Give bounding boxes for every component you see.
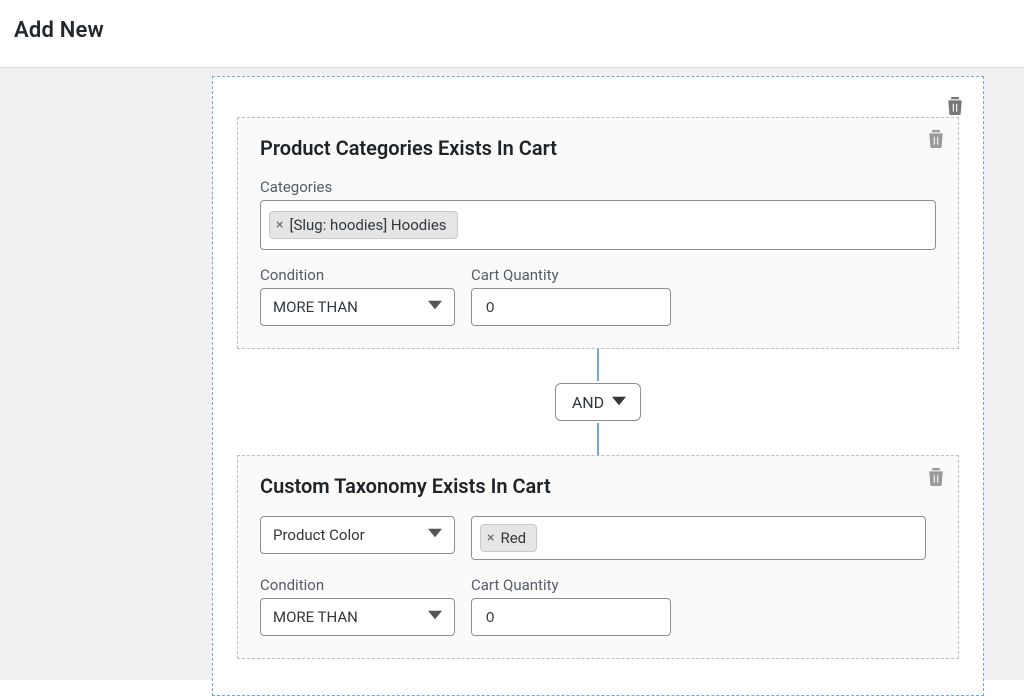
cart-quantity-input[interactable] bbox=[484, 289, 658, 325]
delete-group-button[interactable] bbox=[947, 97, 963, 119]
cart-quantity-label: Cart Quantity bbox=[471, 266, 671, 284]
trash-icon bbox=[947, 97, 963, 115]
logic-operator-select[interactable]: AND bbox=[555, 383, 641, 421]
condition-card-custom-taxonomy: Custom Taxonomy Exists In Cart Product C… bbox=[237, 455, 959, 659]
trash-icon bbox=[928, 130, 944, 148]
condition-group-container: Product Categories Exists In Cart Catego… bbox=[212, 76, 984, 696]
condition-select-value: MORE THAN bbox=[273, 608, 358, 626]
taxonomy-terms-multiselect[interactable]: × Red bbox=[471, 516, 926, 560]
condition-select-value: MORE THAN bbox=[273, 298, 358, 316]
condition-label: Condition bbox=[260, 266, 455, 284]
categories-multiselect[interactable]: × [Slug: hoodies] Hoodies bbox=[260, 200, 936, 250]
page-title: Add New bbox=[0, 0, 1024, 43]
tag-label: [Slug: hoodies] Hoodies bbox=[289, 216, 446, 234]
cart-quantity-input[interactable] bbox=[484, 599, 658, 635]
connector-line bbox=[597, 423, 599, 455]
cart-quantity-label: Cart Quantity bbox=[471, 576, 671, 594]
selected-term-tag[interactable]: × Red bbox=[480, 524, 537, 552]
remove-tag-icon[interactable]: × bbox=[276, 217, 283, 233]
logic-operator-value: AND bbox=[572, 393, 604, 412]
chevron-down-icon bbox=[428, 526, 442, 544]
condition-card-product-categories: Product Categories Exists In Cart Catego… bbox=[237, 117, 959, 349]
cart-quantity-input-wrap bbox=[471, 288, 671, 326]
chevron-down-icon bbox=[428, 298, 442, 316]
selected-category-tag[interactable]: × [Slug: hoodies] Hoodies bbox=[269, 211, 458, 239]
page-header: Add New bbox=[0, 0, 1024, 68]
categories-label: Categories bbox=[260, 178, 936, 196]
cart-quantity-input-wrap bbox=[471, 598, 671, 636]
tag-label: Red bbox=[500, 529, 526, 547]
condition-card-title: Custom Taxonomy Exists In Cart bbox=[260, 474, 936, 498]
delete-condition-button[interactable] bbox=[928, 130, 944, 152]
taxonomy-select[interactable]: Product Color bbox=[260, 516, 455, 554]
condition-label: Condition bbox=[260, 576, 455, 594]
condition-card-title: Product Categories Exists In Cart bbox=[260, 136, 936, 160]
content-area: Product Categories Exists In Cart Catego… bbox=[0, 68, 1024, 680]
remove-tag-icon[interactable]: × bbox=[487, 530, 494, 546]
chevron-down-icon bbox=[428, 608, 442, 626]
trash-icon bbox=[928, 468, 944, 486]
connector-line bbox=[597, 349, 599, 381]
condition-select[interactable]: MORE THAN bbox=[260, 598, 455, 636]
taxonomy-select-value: Product Color bbox=[273, 526, 365, 544]
delete-condition-button[interactable] bbox=[928, 468, 944, 490]
condition-select[interactable]: MORE THAN bbox=[260, 288, 455, 326]
chevron-down-icon bbox=[612, 393, 626, 412]
